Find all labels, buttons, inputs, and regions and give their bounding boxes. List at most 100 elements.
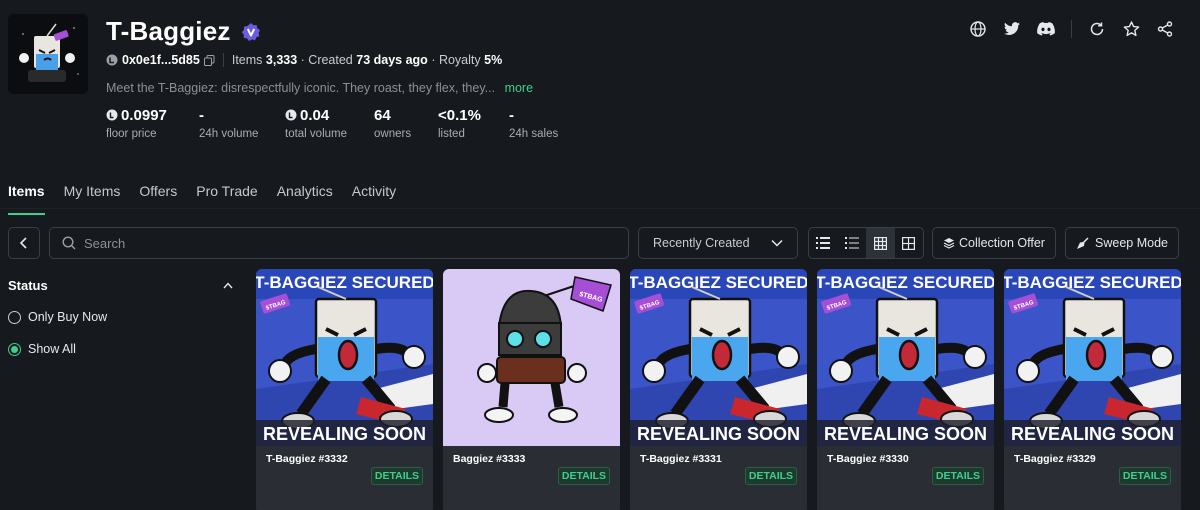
- grid-large-icon: [902, 236, 916, 250]
- item-image: $TBAG: [443, 269, 620, 446]
- tab-items[interactable]: Items: [8, 183, 45, 215]
- tab-offers[interactable]: Offers: [139, 183, 177, 215]
- filter-show-all[interactable]: Show All: [8, 342, 76, 356]
- list-view-button[interactable]: [809, 228, 838, 258]
- header-divider: [1071, 20, 1072, 38]
- chevron-up-icon: [223, 282, 233, 289]
- item-image: T-BAGGIEZ SECURED $TBAG REVEALING SOON: [817, 269, 994, 446]
- filter-option-label: Show All: [28, 342, 76, 356]
- stat-label: owners: [374, 128, 412, 140]
- tab-pro-trade[interactable]: Pro Trade: [196, 183, 257, 215]
- stat-label: floor price: [106, 128, 157, 140]
- status-filter-title: Status: [8, 278, 48, 293]
- item-image: T-BAGGIEZ SECURED $TBAG REVEALING SOON: [1004, 269, 1181, 446]
- discord-icon[interactable]: [1037, 20, 1055, 38]
- refresh-icon[interactable]: [1088, 20, 1106, 38]
- collection-description: Meet the T-Baggiez: disrespectfully icon…: [106, 81, 533, 95]
- item-card[interactable]: T-BAGGIEZ SECURED $TBAG REVEALING SOON T…: [630, 269, 807, 510]
- search-input[interactable]: [84, 235, 584, 251]
- stat-label: 24h sales: [509, 128, 559, 140]
- more-link[interactable]: more: [505, 81, 533, 95]
- copy-icon[interactable]: [203, 54, 215, 66]
- address-text: 0x0e1f...5d85: [122, 53, 200, 67]
- list-view-icon: [816, 237, 831, 249]
- tab-analytics[interactable]: Analytics: [277, 183, 333, 215]
- filter-only-buy-now[interactable]: Only Buy Now: [8, 310, 107, 324]
- stat-floor-price: 0.0997 floor price: [106, 106, 199, 141]
- item-card[interactable]: T-BAGGIEZ SECURED $TBAG REVEALING SOON T…: [1004, 269, 1181, 510]
- collection-name: T-Baggiez: [106, 16, 231, 46]
- details-button[interactable]: DETAILS: [371, 467, 423, 485]
- sweep-mode-label: Sweep Mode: [1095, 236, 1168, 250]
- grid-small-icon: [873, 236, 887, 250]
- tab-activity[interactable]: Activity: [352, 183, 396, 215]
- stat-value: 0.04: [300, 106, 330, 124]
- share-icon[interactable]: [1156, 20, 1174, 38]
- banner-top-text: T-BAGGIEZ SECURED: [817, 273, 994, 292]
- globe-icon[interactable]: [969, 20, 987, 38]
- item-image: T-BAGGIEZ SECURED $TBAG REVEALING SOON: [256, 269, 433, 446]
- star-icon[interactable]: [1122, 20, 1140, 38]
- collection-offer-button[interactable]: Collection Offer: [932, 227, 1056, 259]
- stat-label: listed: [438, 128, 465, 140]
- banner-top-text: T-BAGGIEZ SECURED: [1004, 273, 1181, 292]
- royalty-label: · Royalty: [431, 53, 481, 67]
- tab-my-items[interactable]: My Items: [64, 183, 121, 215]
- item-card[interactable]: $TBAG Baggiez #3333 DETAILS: [443, 269, 620, 510]
- radio-button-selected[interactable]: [8, 342, 21, 356]
- item-name: T-Baggiez #3330: [827, 453, 909, 465]
- item-image: T-BAGGIEZ SECURED $TBAG REVEALING SOON: [630, 269, 807, 446]
- description-text: Meet the T-Baggiez: disrespectfully icon…: [106, 81, 496, 95]
- details-button[interactable]: DETAILS: [558, 467, 610, 485]
- layers-icon: [943, 238, 955, 249]
- stat-value: <0.1%: [438, 106, 481, 124]
- grid-view-button[interactable]: [866, 228, 895, 258]
- banner-bottom-text: REVEALING SOON: [1011, 424, 1174, 444]
- banner-bottom-text: REVEALING SOON: [637, 424, 800, 444]
- created-label: · Created: [300, 53, 353, 67]
- chain-icon: [106, 54, 118, 66]
- large-grid-view-button[interactable]: [895, 228, 924, 258]
- sort-dropdown[interactable]: Recently Created: [638, 227, 798, 259]
- banner-top-text: T-BAGGIEZ SECURED: [256, 273, 433, 292]
- search-icon: [62, 236, 76, 250]
- details-button[interactable]: DETAILS: [1119, 467, 1171, 485]
- detail-list-view-button[interactable]: [838, 228, 867, 258]
- stat-value: 64: [374, 106, 391, 124]
- banner-bottom-text: REVEALING SOON: [824, 424, 987, 444]
- items-label: Items: [231, 53, 263, 67]
- collection-title-row: T-Baggiez: [106, 16, 261, 47]
- stat-value: -: [509, 106, 514, 124]
- items-toolbar: Recently Created Collection Offer Sweep …: [8, 227, 1180, 259]
- sweep-mode-button[interactable]: Sweep Mode: [1065, 227, 1179, 259]
- search-box: [49, 227, 629, 259]
- item-card[interactable]: T-BAGGIEZ SECURED $TBAG REVEALING SOON T…: [256, 269, 433, 510]
- contract-address[interactable]: 0x0e1f...5d85: [106, 53, 215, 67]
- stat-total-volume: 0.04 total volume: [285, 106, 374, 141]
- details-button[interactable]: DETAILS: [932, 467, 984, 485]
- item-name: T-Baggiez #3331: [640, 453, 722, 465]
- twitter-icon[interactable]: [1003, 20, 1021, 38]
- chevron-down-icon: [771, 239, 783, 247]
- collection-tabs: Items My Items Offers Pro Trade Analytic…: [8, 183, 396, 215]
- item-name: T-Baggiez #3329: [1014, 453, 1096, 465]
- stat-value: 0.0997: [121, 106, 167, 124]
- collapse-filters-button[interactable]: [8, 227, 40, 259]
- status-filter-header[interactable]: Status: [8, 278, 233, 293]
- collection-offer-label: Collection Offer: [959, 236, 1045, 250]
- item-card[interactable]: T-BAGGIEZ SECURED $TBAG REVEALING SOON T…: [817, 269, 994, 510]
- items-count: 3,333: [265, 53, 298, 67]
- collection-avatar: [8, 14, 88, 94]
- created-value: 73 days ago: [356, 53, 428, 67]
- items-grid: T-BAGGIEZ SECURED $TBAG REVEALING SOON T…: [256, 269, 1181, 510]
- royalty-value: 5%: [484, 53, 503, 67]
- banner-bottom-text: REVEALING SOON: [263, 424, 426, 444]
- radio-button[interactable]: [8, 310, 21, 324]
- collection-stats: 0.0997 floor price - 24h volume 0.04 tot…: [106, 106, 589, 141]
- coin-icon: [106, 109, 118, 121]
- details-button[interactable]: DETAILS: [745, 467, 797, 485]
- chevron-left-icon: [19, 237, 27, 249]
- item-name: T-Baggiez #3332: [266, 453, 348, 465]
- stat-label: total volume: [285, 128, 348, 140]
- broom-icon: [1077, 236, 1089, 249]
